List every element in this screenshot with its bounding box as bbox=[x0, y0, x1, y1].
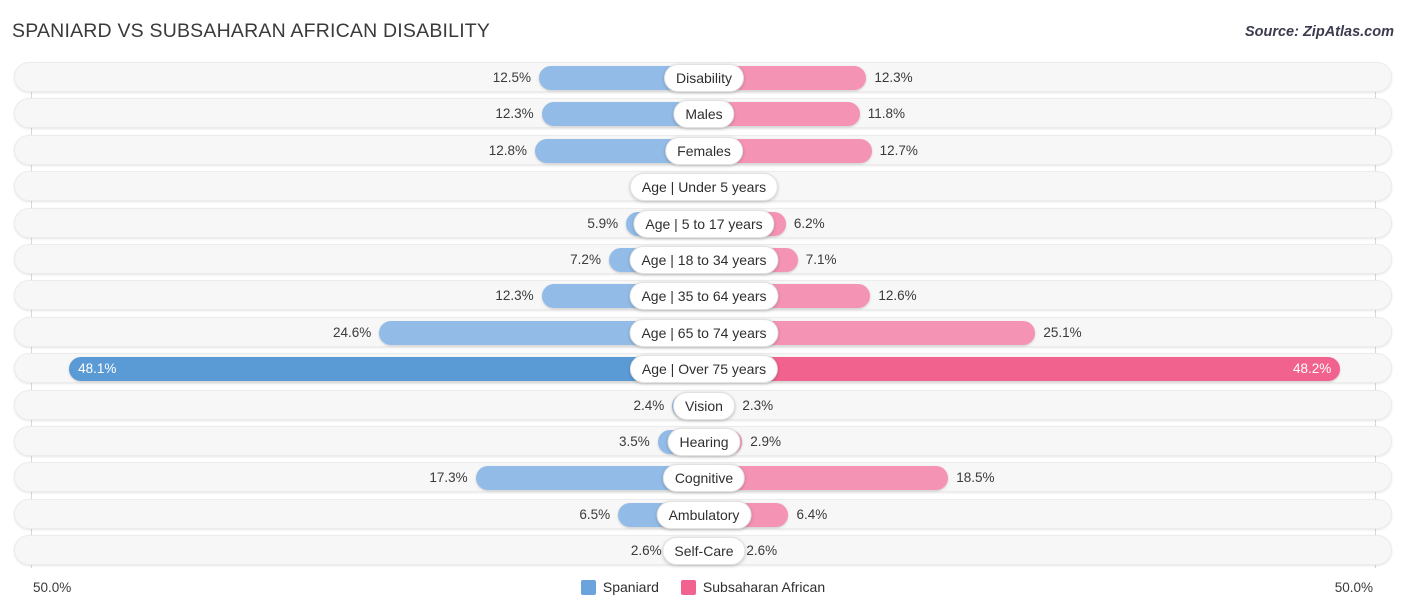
legend-swatch-icon bbox=[680, 579, 696, 595]
value-label-left: 6.5% bbox=[579, 506, 611, 522]
table-row[interactable]: 2.6% 2.6% Self-Care bbox=[14, 535, 1392, 566]
source-attribution: Source: ZipAtlas.com bbox=[1244, 24, 1394, 40]
value-label-right: 6.2% bbox=[793, 215, 825, 231]
value-label-right: 25.1% bbox=[1043, 324, 1082, 340]
value-label-left: 7.2% bbox=[570, 251, 601, 267]
value-label-right: 12.7% bbox=[879, 142, 918, 158]
table-row[interactable]: 48.1% 48.2% Age | Over 75 years bbox=[14, 353, 1392, 384]
value-label-left: 2.4% bbox=[633, 397, 665, 413]
table-row[interactable]: 3.5% 2.9% Hearing bbox=[14, 425, 1392, 456]
value-label-left: 2.6% bbox=[630, 543, 662, 559]
value-label-right: 2.3% bbox=[742, 397, 774, 413]
category-label-pill: Vision bbox=[673, 391, 735, 420]
value-label-left: 24.6% bbox=[332, 324, 372, 340]
table-row[interactable]: 5.9% 6.2% Age | 5 to 17 years bbox=[14, 207, 1392, 238]
legend-label: Spaniard bbox=[602, 579, 659, 595]
value-label-right: 12.3% bbox=[874, 70, 913, 85]
category-label-pill: Age | Under 5 years bbox=[629, 173, 779, 202]
legend-label: Subsaharan African bbox=[702, 579, 826, 595]
table-row[interactable]: 12.3% 11.8% Males bbox=[14, 98, 1392, 129]
value-label-right: 18.5% bbox=[956, 470, 995, 486]
value-label-left: 12.5% bbox=[492, 70, 531, 85]
value-label-left: 12.3% bbox=[495, 288, 534, 304]
table-row[interactable]: 2.4% 2.3% Vision bbox=[14, 389, 1392, 420]
value-label-right: 12.6% bbox=[878, 288, 917, 304]
category-label-pill: Hearing bbox=[667, 427, 741, 456]
table-row[interactable]: 1.4%1.3%Age | Under 5 years bbox=[14, 171, 1392, 202]
value-label-left: 3.5% bbox=[619, 433, 650, 449]
category-label-pill: Age | 35 to 64 years bbox=[629, 282, 779, 311]
plot-area: 12.5% 12.3% Disability 12.3% 11.8% Males 12.8%… bbox=[0, 62, 1406, 574]
table-row[interactable]: 6.5% 6.4% Ambulatory bbox=[14, 498, 1392, 529]
value-label-left: 12.8% bbox=[488, 142, 528, 158]
chart-root: SPANIARD VS SUBSAHARAN AFRICAN DISABILIT… bbox=[0, 0, 1406, 612]
legend-item[interactable]: Subsaharan African bbox=[680, 579, 826, 595]
category-label-pill: Age | 18 to 34 years bbox=[629, 245, 779, 274]
legend-swatch-icon bbox=[580, 579, 596, 595]
table-row[interactable]: 24.6% 25.1% Age | 65 to 74 years bbox=[14, 316, 1392, 347]
value-label-right: 6.4% bbox=[796, 506, 828, 522]
bar-rows-container: 12.5% 12.3% Disability 12.3% 11.8% Males 12.8%… bbox=[0, 62, 1406, 571]
value-label-left: 12.3% bbox=[495, 106, 534, 122]
value-label-right: 11.8% bbox=[867, 106, 906, 122]
value-label-left: 17.3% bbox=[429, 470, 468, 486]
category-label-pill: Males bbox=[673, 100, 735, 129]
table-row[interactable]: 12.3% 12.6% Age | 35 to 64 years bbox=[14, 280, 1392, 311]
table-row[interactable]: 7.2% 7.1% Age | 18 to 34 years bbox=[14, 243, 1392, 274]
category-label-pill: Self-Care bbox=[662, 537, 746, 566]
page-title: SPANIARD VS SUBSAHARAN AFRICAN DISABILIT… bbox=[12, 20, 491, 42]
chart-header: SPANIARD VS SUBSAHARAN AFRICAN DISABILIT… bbox=[0, 0, 1406, 60]
category-label-pill: Cognitive bbox=[662, 464, 746, 493]
table-row[interactable]: 17.3% 18.5% Cognitive bbox=[14, 462, 1392, 493]
value-label-right: 7.1% bbox=[805, 251, 837, 267]
table-row[interactable]: 12.8% 12.7% Females bbox=[14, 134, 1392, 165]
value-label-right: 2.9% bbox=[750, 433, 782, 449]
value-label-left: 48.1% bbox=[78, 361, 117, 377]
category-label-pill: Disability bbox=[663, 64, 745, 92]
table-row[interactable]: 12.5% 12.3% Disability bbox=[14, 62, 1392, 92]
value-label-right: 2.6% bbox=[746, 543, 778, 559]
category-label-pill: Females bbox=[665, 136, 743, 165]
category-label-pill: Ambulatory bbox=[656, 500, 752, 529]
chart-footer: 50.0% 50.0% Spaniard Subsaharan African bbox=[0, 576, 1406, 612]
value-label-left: 5.9% bbox=[587, 215, 619, 231]
category-label-pill: Age | Over 75 years bbox=[629, 355, 779, 384]
value-label-right: 48.2% bbox=[1292, 361, 1332, 377]
legend-item[interactable]: Spaniard bbox=[580, 579, 659, 595]
category-label-pill: Age | 5 to 17 years bbox=[633, 209, 775, 238]
chart-legend: Spaniard Subsaharan African bbox=[0, 579, 1406, 595]
category-label-pill: Age | 65 to 74 years bbox=[629, 318, 779, 347]
